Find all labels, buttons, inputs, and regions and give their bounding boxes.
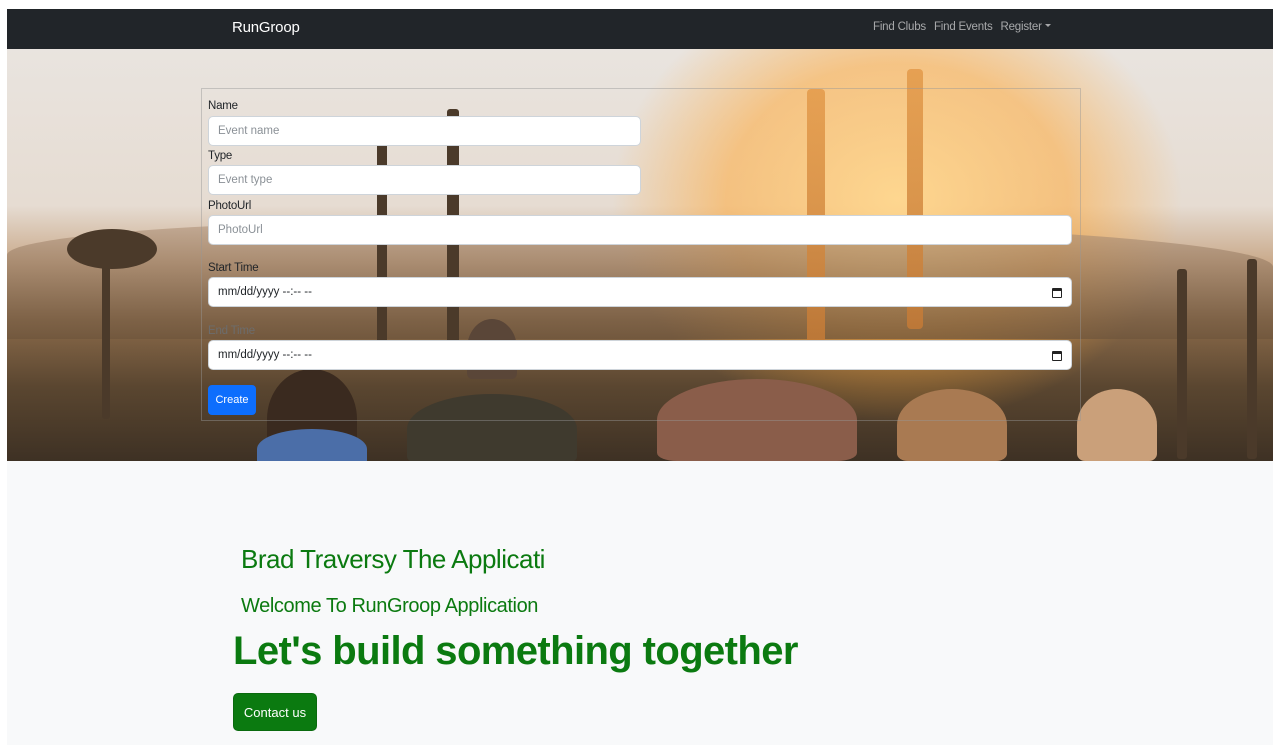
tree-shape <box>1177 269 1187 459</box>
page-frame: RunGroop Find Clubs Find Events Register… <box>7 9 1273 745</box>
caret-down-icon <box>1044 24 1051 28</box>
photo-url-label: PhotoUrl <box>208 200 252 212</box>
nav-links: Find Clubs Find Events Register <box>873 21 1051 33</box>
calendar-icon[interactable] <box>1052 288 1062 298</box>
nav-register-dropdown[interactable]: Register <box>1001 21 1051 33</box>
section-title: Brad Traversy The Applicati <box>241 544 545 574</box>
hero-background <box>7 49 1273 461</box>
tree-shape <box>1247 259 1257 459</box>
nav-find-events[interactable]: Find Events <box>934 21 993 33</box>
calendar-icon[interactable] <box>1052 351 1062 361</box>
nav-find-clubs[interactable]: Find Clubs <box>873 21 926 33</box>
create-button[interactable]: Create <box>208 385 256 415</box>
start-time-label: Start Time <box>208 262 259 274</box>
tagline-heading: Let's build something together <box>233 629 798 673</box>
start-time-value: mm/dd/yyyy --:-- -- <box>218 286 312 298</box>
end-time-value: mm/dd/yyyy --:-- -- <box>218 349 312 361</box>
name-label: Name <box>208 100 238 112</box>
register-label: Register <box>1000 21 1042 33</box>
person-shape <box>1077 389 1157 461</box>
brand-logo[interactable]: RunGroop <box>232 19 300 36</box>
person-shape <box>257 429 367 461</box>
event-type-input[interactable] <box>208 165 641 195</box>
tree-shape <box>67 229 157 269</box>
photo-url-input[interactable] <box>208 215 1072 245</box>
end-time-label: End Time <box>208 325 255 337</box>
event-name-input[interactable] <box>208 116 641 146</box>
end-time-input[interactable]: mm/dd/yyyy --:-- -- <box>208 340 1072 370</box>
start-time-input[interactable]: mm/dd/yyyy --:-- -- <box>208 277 1072 307</box>
type-label: Type <box>208 150 233 162</box>
welcome-subtitle: Welcome To RunGroop Application <box>241 595 539 617</box>
contact-button[interactable]: Contact us <box>233 693 317 731</box>
navbar: RunGroop Find Clubs Find Events Register <box>7 9 1273 49</box>
